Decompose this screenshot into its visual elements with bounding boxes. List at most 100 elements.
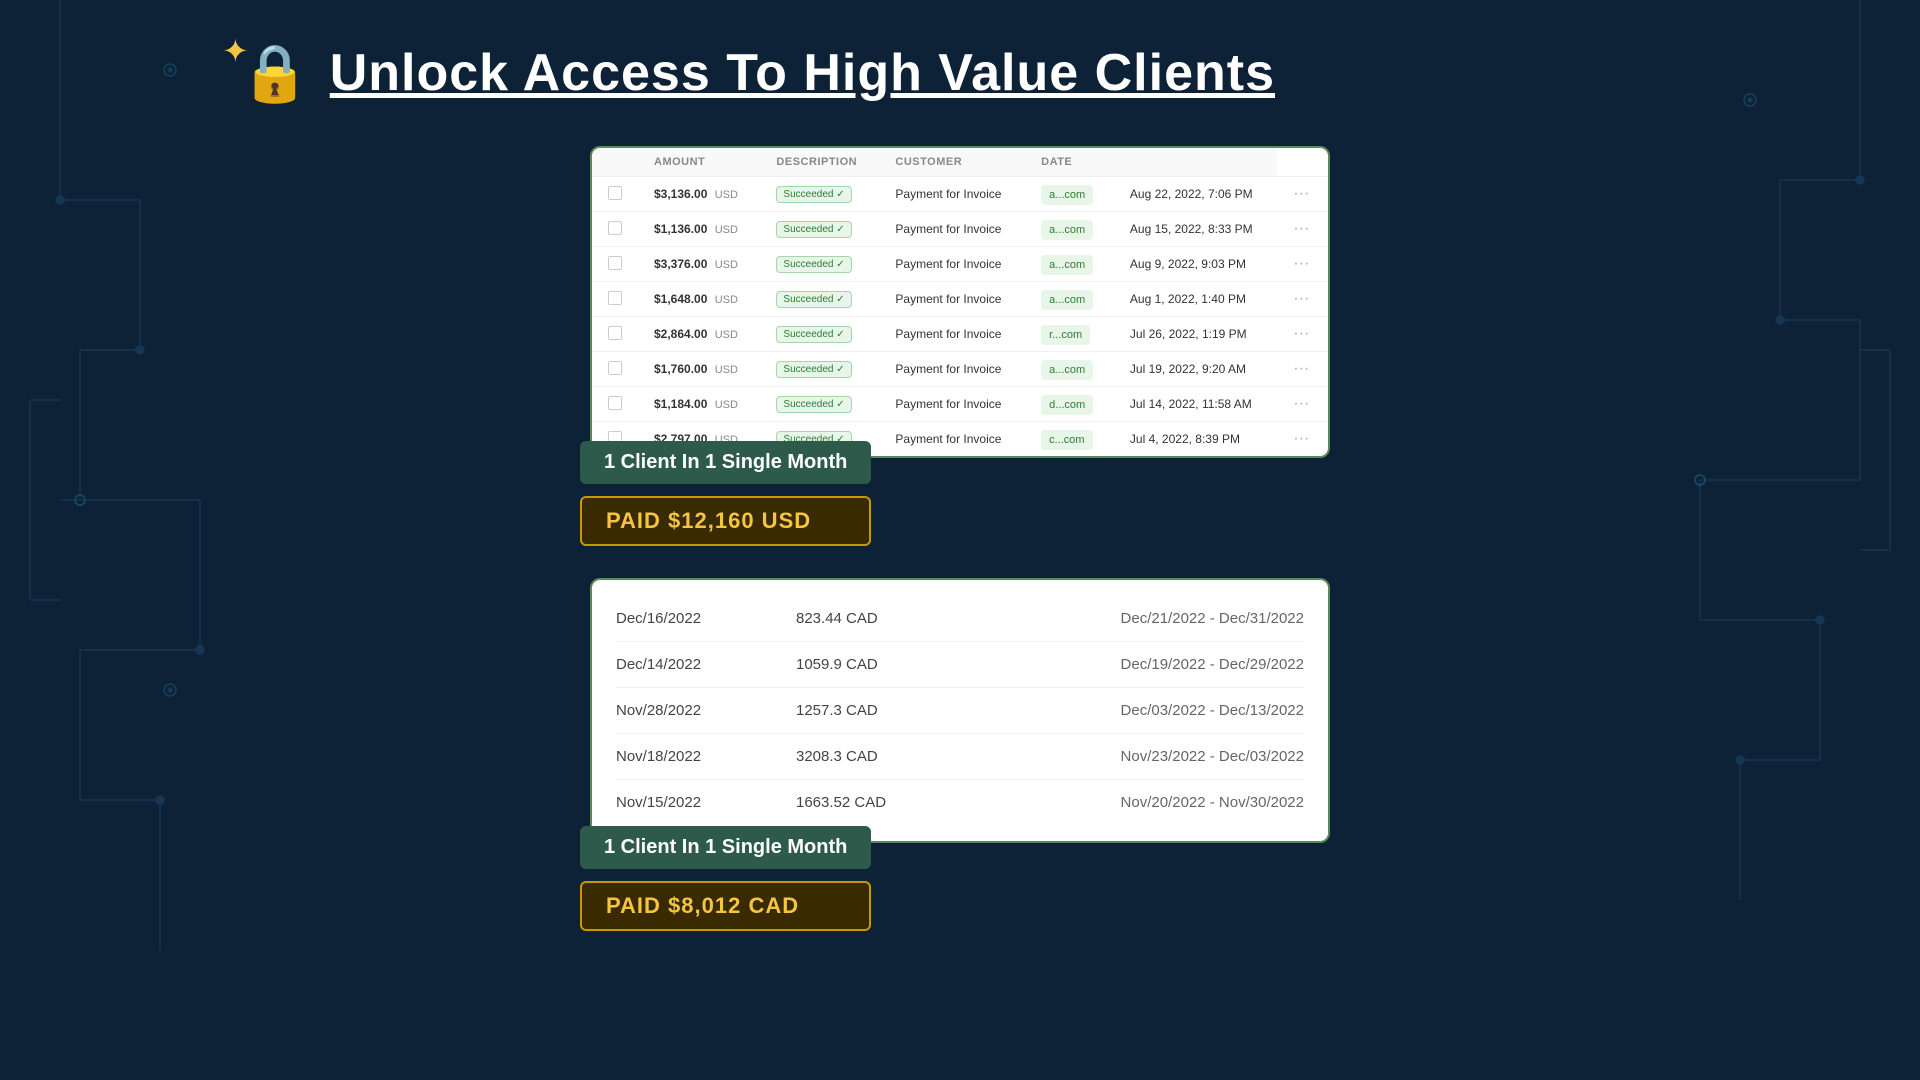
invoice-amount: 3208.3 CAD bbox=[796, 748, 996, 765]
row-date: Jul 14, 2022, 11:58 AM bbox=[1114, 387, 1277, 422]
invoice-range: Nov/23/2022 - Dec/03/2022 bbox=[996, 748, 1304, 765]
table-row: $1,136.00 USD Succeeded ✓ Payment for In… bbox=[592, 212, 1328, 247]
row-more[interactable]: ··· bbox=[1277, 422, 1328, 457]
invoice-row: Nov/28/2022 1257.3 CAD Dec/03/2022 - Dec… bbox=[616, 688, 1304, 734]
invoice-range: Nov/20/2022 - Nov/30/2022 bbox=[996, 794, 1304, 811]
row-checkbox[interactable] bbox=[592, 317, 638, 352]
sparkle-icon: ✦ bbox=[222, 32, 249, 70]
row-checkbox[interactable] bbox=[592, 387, 638, 422]
row-desc: Payment for Invoice bbox=[879, 247, 1025, 282]
table-row: $3,136.00 USD Succeeded ✓ Payment for In… bbox=[592, 177, 1328, 212]
row-amount: $2,864.00 USD bbox=[638, 317, 760, 352]
row-date: Aug 1, 2022, 1:40 PM bbox=[1114, 282, 1277, 317]
row-customer: c...com bbox=[1025, 422, 1114, 457]
invoice-date: Nov/28/2022 bbox=[616, 702, 796, 719]
row-customer: a...com bbox=[1025, 212, 1114, 247]
row-more[interactable]: ··· bbox=[1277, 247, 1328, 282]
payments-card: AMOUNT DESCRIPTION CUSTOMER DATE $3,136.… bbox=[590, 146, 1330, 458]
row-checkbox[interactable] bbox=[592, 247, 638, 282]
row-checkbox[interactable] bbox=[592, 212, 638, 247]
row-more[interactable]: ··· bbox=[1277, 387, 1328, 422]
invoice-amount: 823.44 CAD bbox=[796, 610, 996, 627]
lock-icon: 🔒 bbox=[240, 41, 310, 104]
row-customer: r...com bbox=[1025, 317, 1114, 352]
row-amount: $1,184.00 USD bbox=[638, 387, 760, 422]
invoice-amount: 1059.9 CAD bbox=[796, 656, 996, 673]
badge-group-1: 1 Client In 1 Single Month PAID $12,160 … bbox=[580, 441, 871, 546]
row-checkbox[interactable] bbox=[592, 352, 638, 387]
row-desc: Payment for Invoice bbox=[879, 387, 1025, 422]
row-customer: a...com bbox=[1025, 177, 1114, 212]
invoice-range: Dec/03/2022 - Dec/13/2022 bbox=[996, 702, 1304, 719]
row-date: Jul 19, 2022, 9:20 AM bbox=[1114, 352, 1277, 387]
badge-group-2: 1 Client In 1 Single Month PAID $8,012 C… bbox=[580, 826, 871, 931]
table-row: $1,760.00 USD Succeeded ✓ Payment for In… bbox=[592, 352, 1328, 387]
row-customer: a...com bbox=[1025, 352, 1114, 387]
row-customer: a...com bbox=[1025, 282, 1114, 317]
row-date: Aug 9, 2022, 9:03 PM bbox=[1114, 247, 1277, 282]
col-description: DESCRIPTION bbox=[760, 148, 879, 177]
header: ✦ 🔒 Unlock Access To High Value Clients bbox=[240, 40, 1275, 106]
row-desc: Payment for Invoice bbox=[879, 317, 1025, 352]
col-date: DATE bbox=[1025, 148, 1114, 177]
invoice-amount: 1663.52 CAD bbox=[796, 794, 996, 811]
row-status: Succeeded ✓ bbox=[760, 212, 879, 247]
invoice-row: Nov/15/2022 1663.52 CAD Nov/20/2022 - No… bbox=[616, 780, 1304, 825]
row-date: Jul 26, 2022, 1:19 PM bbox=[1114, 317, 1277, 352]
row-status: Succeeded ✓ bbox=[760, 387, 879, 422]
row-desc: Payment for Invoice bbox=[879, 212, 1025, 247]
row-more[interactable]: ··· bbox=[1277, 352, 1328, 387]
table-row: $1,184.00 USD Succeeded ✓ Payment for In… bbox=[592, 387, 1328, 422]
invoice-card: Dec/16/2022 823.44 CAD Dec/21/2022 - Dec… bbox=[590, 578, 1330, 843]
col-actions bbox=[1114, 148, 1277, 177]
row-more[interactable]: ··· bbox=[1277, 317, 1328, 352]
col-customer: CUSTOMER bbox=[879, 148, 1025, 177]
row-status: Succeeded ✓ bbox=[760, 247, 879, 282]
payments-table: AMOUNT DESCRIPTION CUSTOMER DATE $3,136.… bbox=[592, 148, 1328, 456]
invoice-table: Dec/16/2022 823.44 CAD Dec/21/2022 - Dec… bbox=[616, 596, 1304, 825]
invoice-range: Dec/21/2022 - Dec/31/2022 bbox=[996, 610, 1304, 627]
row-customer: a...com bbox=[1025, 247, 1114, 282]
row-status: Succeeded ✓ bbox=[760, 282, 879, 317]
row-status: Succeeded ✓ bbox=[760, 177, 879, 212]
client-label-2: 1 Client In 1 Single Month bbox=[580, 826, 871, 869]
table-row: $2,864.00 USD Succeeded ✓ Payment for In… bbox=[592, 317, 1328, 352]
lock-icon-wrapper: ✦ 🔒 bbox=[240, 40, 310, 106]
col-amount: AMOUNT bbox=[638, 148, 760, 177]
row-amount: $1,648.00 USD bbox=[638, 282, 760, 317]
invoice-date: Nov/15/2022 bbox=[616, 794, 796, 811]
row-amount: $3,136.00 USD bbox=[638, 177, 760, 212]
row-checkbox[interactable] bbox=[592, 177, 638, 212]
row-date: Aug 22, 2022, 7:06 PM bbox=[1114, 177, 1277, 212]
row-date: Jul 4, 2022, 8:39 PM bbox=[1114, 422, 1277, 457]
client-label-1: 1 Client In 1 Single Month bbox=[580, 441, 871, 484]
row-customer: d...com bbox=[1025, 387, 1114, 422]
row-checkbox[interactable] bbox=[592, 282, 638, 317]
row-date: Aug 15, 2022, 8:33 PM bbox=[1114, 212, 1277, 247]
invoice-row: Nov/18/2022 3208.3 CAD Nov/23/2022 - Dec… bbox=[616, 734, 1304, 780]
col-checkbox bbox=[592, 148, 638, 177]
row-amount: $1,760.00 USD bbox=[638, 352, 760, 387]
table-row: $1,648.00 USD Succeeded ✓ Payment for In… bbox=[592, 282, 1328, 317]
row-more[interactable]: ··· bbox=[1277, 282, 1328, 317]
invoice-date: Nov/18/2022 bbox=[616, 748, 796, 765]
invoice-row: Dec/14/2022 1059.9 CAD Dec/19/2022 - Dec… bbox=[616, 642, 1304, 688]
row-status: Succeeded ✓ bbox=[760, 352, 879, 387]
row-status: Succeeded ✓ bbox=[760, 317, 879, 352]
row-amount: $1,136.00 USD bbox=[638, 212, 760, 247]
sections-container: AMOUNT DESCRIPTION CUSTOMER DATE $3,136.… bbox=[200, 146, 1720, 843]
row-desc: Payment for Invoice bbox=[879, 177, 1025, 212]
paid-label-2: PAID $8,012 CAD bbox=[580, 881, 871, 931]
section-1: AMOUNT DESCRIPTION CUSTOMER DATE $3,136.… bbox=[590, 146, 1330, 458]
invoice-row: Dec/16/2022 823.44 CAD Dec/21/2022 - Dec… bbox=[616, 596, 1304, 642]
invoice-range: Dec/19/2022 - Dec/29/2022 bbox=[996, 656, 1304, 673]
invoice-amount: 1257.3 CAD bbox=[796, 702, 996, 719]
row-desc: Payment for Invoice bbox=[879, 282, 1025, 317]
paid-label-1: PAID $12,160 USD bbox=[580, 496, 871, 546]
invoice-date: Dec/14/2022 bbox=[616, 656, 796, 673]
row-more[interactable]: ··· bbox=[1277, 177, 1328, 212]
row-more[interactable]: ··· bbox=[1277, 212, 1328, 247]
row-desc: Payment for Invoice bbox=[879, 352, 1025, 387]
section-2: Dec/16/2022 823.44 CAD Dec/21/2022 - Dec… bbox=[590, 578, 1330, 843]
invoice-date: Dec/16/2022 bbox=[616, 610, 796, 627]
